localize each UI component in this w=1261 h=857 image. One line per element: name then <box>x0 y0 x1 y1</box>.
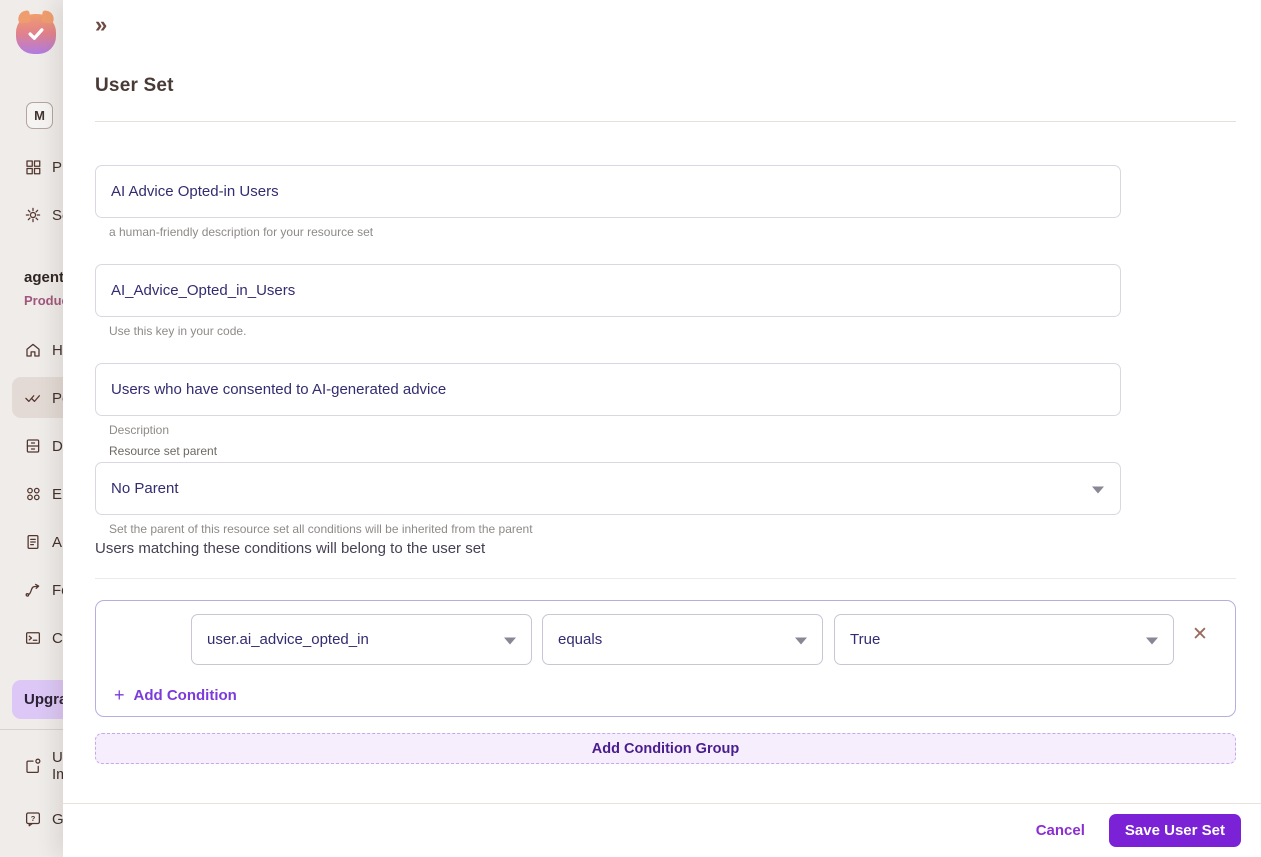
conditions-divider <box>95 578 1236 579</box>
document-icon <box>24 533 42 551</box>
description-helper-text: Description <box>109 423 170 437</box>
home-icon <box>24 341 42 359</box>
condition-attribute-value: user.ai_advice_opted_in <box>207 631 369 648</box>
parent-select[interactable]: No Parent <box>95 462 1121 515</box>
condition-group: user.ai_advice_opted_in equals True ✕ + … <box>95 600 1236 717</box>
page-title: User Set <box>95 75 174 96</box>
terminal-icon <box>24 629 42 647</box>
cancel-button[interactable]: Cancel <box>1036 822 1085 839</box>
app-window: M Pr Se agent Produc Ho Po Di El Au Fo C… <box>0 0 1261 857</box>
chevron-down-icon <box>795 637 807 645</box>
flow-arrow-icon <box>24 581 42 599</box>
grid-icon <box>24 158 42 176</box>
key-helper-text: Use this key in your code. <box>109 324 247 338</box>
export-box-icon <box>24 757 42 775</box>
gear-icon <box>24 206 42 224</box>
condition-operator-select[interactable]: equals <box>542 614 823 665</box>
condition-value-select[interactable]: True <box>834 614 1174 665</box>
chevron-down-icon <box>1092 486 1104 494</box>
chevron-down-icon <box>504 637 516 645</box>
workspace-name[interactable]: agent <box>24 269 64 286</box>
conditions-intro-text: Users matching these conditions will bel… <box>95 540 486 557</box>
description-input[interactable]: Users who have consented to AI-generated… <box>95 363 1121 416</box>
drawer-footer: Cancel Save User Set <box>63 803 1261 857</box>
save-user-set-button[interactable]: Save User Set <box>1108 814 1241 847</box>
drawer-icon <box>24 437 42 455</box>
double-check-icon <box>24 389 42 407</box>
org-avatar[interactable]: M <box>26 102 53 129</box>
condition-attribute-select[interactable]: user.ai_advice_opted_in <box>191 614 532 665</box>
parent-helper-text: Set the parent of this resource set all … <box>109 522 533 536</box>
key-input[interactable]: AI_Advice_Opted_in_Users <box>95 264 1121 317</box>
title-divider <box>95 121 1236 122</box>
collapse-panel-icon[interactable]: » <box>95 14 107 36</box>
remove-condition-icon[interactable]: ✕ <box>1192 625 1208 644</box>
help-bubble-icon: ? <box>24 810 42 828</box>
plus-icon: + <box>114 685 125 705</box>
add-condition-group-button[interactable]: Add Condition Group <box>95 733 1236 764</box>
app-logo-icon[interactable] <box>16 14 56 54</box>
svg-text:?: ? <box>31 814 36 823</box>
add-condition-button[interactable]: + Add Condition <box>114 685 237 706</box>
parent-select-value: No Parent <box>111 480 179 497</box>
add-condition-label: Add Condition <box>133 687 237 704</box>
chevron-down-icon <box>1146 637 1158 645</box>
name-input[interactable]: AI Advice Opted-in Users <box>95 165 1121 218</box>
condition-value-value: True <box>850 631 881 648</box>
user-set-drawer: » User Set AI Advice Opted-in Users a hu… <box>63 0 1261 857</box>
circles-icon <box>24 485 42 503</box>
condition-operator-value: equals <box>558 631 603 648</box>
name-helper-text: a human-friendly description for your re… <box>109 225 374 239</box>
parent-field-label: Resource set parent <box>109 444 218 458</box>
